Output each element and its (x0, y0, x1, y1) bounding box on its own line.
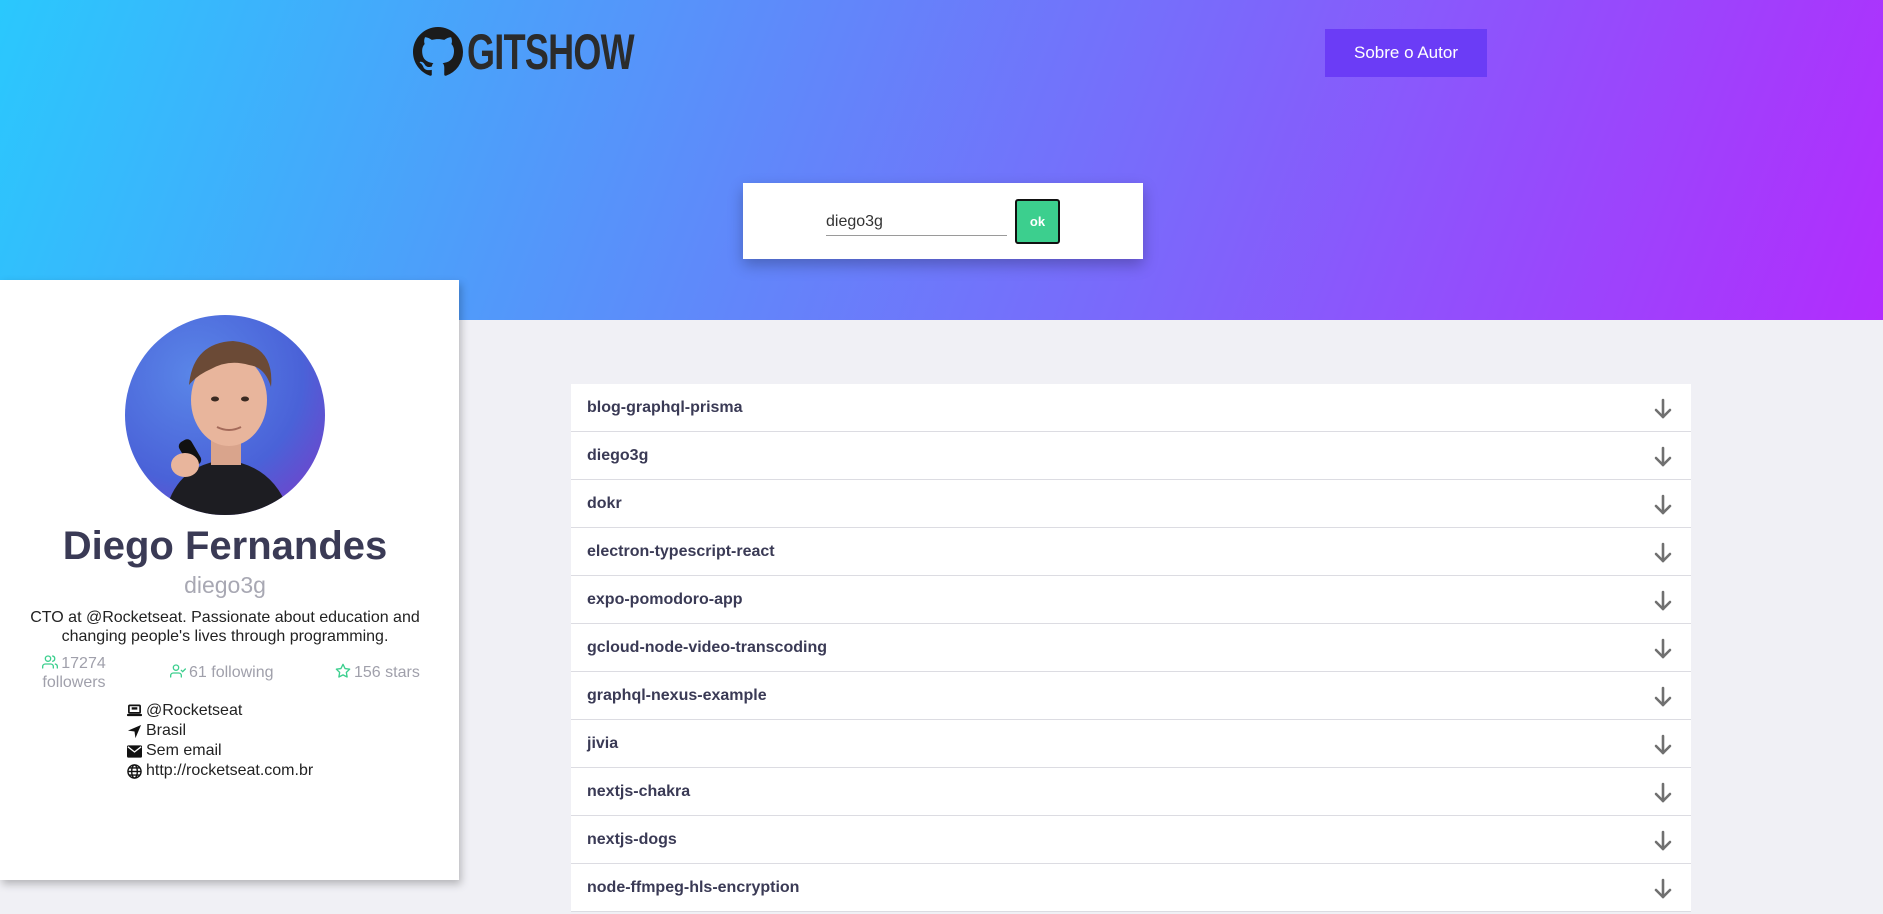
repo-item[interactable]: dokr (571, 480, 1691, 528)
repo-item[interactable]: blog-graphql-prisma (571, 384, 1691, 432)
star-icon (335, 663, 351, 678)
repo-name: blog-graphql-prisma (587, 398, 743, 416)
logo[interactable]: GITSHOW (413, 24, 699, 80)
location-arrow-icon (127, 724, 142, 738)
company-text: @Rocketseat (146, 702, 243, 719)
repo-name: jivia (587, 734, 619, 752)
profile-info-list: @Rocketseat Brasil Sem email http://rock… (127, 701, 313, 781)
arrow-down-icon[interactable] (1651, 493, 1675, 517)
about-author-button[interactable]: Sobre o Autor (1325, 29, 1487, 77)
arrow-down-icon[interactable] (1651, 397, 1675, 421)
following-stat: 61 following (170, 663, 274, 682)
followers-stat: 17274 followers (38, 654, 110, 692)
profile-card: Diego Fernandes diego3g CTO at @Rocketse… (0, 280, 459, 880)
search-input[interactable] (826, 208, 1007, 236)
search-submit-button[interactable]: ok (1015, 199, 1060, 244)
stars-stat: 156 stars (335, 663, 420, 682)
email-row: Sem email (127, 741, 313, 761)
location-row: Brasil (127, 721, 313, 741)
search-form: ok (743, 183, 1143, 259)
arrow-down-icon[interactable] (1651, 445, 1675, 469)
stars-count: 156 stars (354, 664, 420, 681)
arrow-down-icon[interactable] (1651, 781, 1675, 805)
arrow-down-icon[interactable] (1651, 637, 1675, 661)
repository-list: blog-graphql-prisma diego3g dokr electro… (571, 384, 1691, 912)
arrow-down-icon[interactable] (1651, 733, 1675, 757)
repo-item[interactable]: expo-pomodoro-app (571, 576, 1691, 624)
company-row: @Rocketseat (127, 701, 313, 721)
github-icon (413, 27, 463, 77)
users-icon (42, 655, 59, 669)
repo-item[interactable]: jivia (571, 720, 1691, 768)
profile-login: diego3g (184, 572, 266, 598)
repo-item[interactable]: diego3g (571, 432, 1691, 480)
repo-name: dokr (587, 494, 622, 512)
repo-item[interactable]: nextjs-chakra (571, 768, 1691, 816)
profile-name: Diego Fernandes (62, 524, 388, 568)
arrow-down-icon[interactable] (1651, 829, 1675, 853)
email-text: Sem email (146, 742, 222, 759)
avatar (125, 315, 325, 515)
repo-item[interactable]: gcloud-node-video-transcoding (571, 624, 1691, 672)
location-text: Brasil (146, 722, 187, 739)
arrow-down-icon[interactable] (1651, 541, 1675, 565)
hero-banner (0, 0, 1883, 320)
repo-name: diego3g (587, 446, 649, 464)
repo-item[interactable]: node-ffmpeg-hls-encryption (571, 864, 1691, 912)
arrow-down-icon[interactable] (1651, 685, 1675, 709)
logo-text: GITSHOW (467, 24, 635, 80)
globe-icon (127, 763, 142, 779)
following-count: 61 following (189, 664, 274, 681)
repo-item[interactable]: nextjs-dogs (571, 816, 1691, 864)
arrow-down-icon[interactable] (1651, 877, 1675, 901)
repo-name: graphql-nexus-example (587, 686, 767, 704)
envelope-icon (127, 744, 142, 758)
repo-item[interactable]: electron-typescript-react (571, 528, 1691, 576)
profile-bio: CTO at @Rocketseat. Passionate about edu… (30, 609, 420, 645)
laptop-icon (127, 704, 142, 717)
blog-link[interactable]: http://rocketseat.com.br (146, 762, 313, 780)
repo-name: nextjs-dogs (587, 830, 677, 848)
user-check-icon (170, 664, 186, 678)
repo-name: electron-typescript-react (587, 542, 775, 560)
repo-name: expo-pomodoro-app (587, 590, 743, 608)
repo-name: gcloud-node-video-transcoding (587, 638, 827, 656)
repo-name: nextjs-chakra (587, 782, 691, 800)
arrow-down-icon[interactable] (1651, 589, 1675, 613)
repo-item[interactable]: graphql-nexus-example (571, 672, 1691, 720)
blog-row[interactable]: http://rocketseat.com.br (127, 761, 313, 781)
repo-name: node-ffmpeg-hls-encryption (587, 878, 800, 896)
